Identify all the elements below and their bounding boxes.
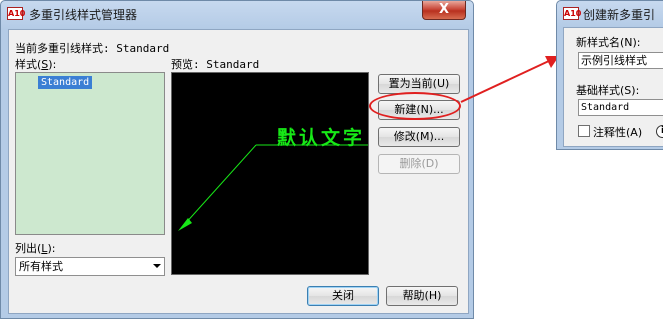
list-label: 列出(L):: [15, 242, 56, 255]
leader-preview-graphic: [178, 144, 368, 231]
dialog-title: 多重引线样式管理器: [29, 8, 138, 22]
new-style-dialog-title: 创建新多重引: [583, 8, 656, 22]
delete-button[interactable]: 删除(D): [378, 154, 460, 174]
base-style-label: 基础样式(S):: [576, 84, 640, 97]
list-filter-value: 所有样式: [19, 260, 63, 273]
multileader-style-manager-dialog: A10 多重引线样式管理器 X 当前多重引线样式: Standard 样式(S)…: [0, 0, 474, 319]
preview-pane: 默认文字: [171, 72, 369, 275]
info-icon[interactable]: i: [656, 125, 663, 138]
current-style-label: 当前多重引线样式: Standard: [15, 42, 170, 55]
new-style-dialog-client: 新样式名(N): 示例引线样式 基础样式(S): Standard 注释性(A)…: [563, 27, 663, 147]
base-style-dropdown[interactable]: Standard: [578, 99, 663, 116]
close-window-button[interactable]: X: [422, 1, 466, 20]
dialog-client-area: 当前多重引线样式: Standard 样式(S): Standard 预览: S…: [8, 29, 469, 314]
help-button[interactable]: 帮助(H): [386, 286, 458, 306]
styles-label: 样式(S):: [15, 58, 57, 71]
highlight-ellipse: [369, 92, 461, 120]
new-name-label: 新样式名(N):: [576, 36, 641, 49]
leader-line: [183, 144, 257, 226]
style-list-item-standard[interactable]: Standard: [38, 76, 93, 89]
autocad-icon: A10: [7, 7, 26, 20]
close-button[interactable]: 关闭: [307, 286, 379, 306]
annotative-checkbox[interactable]: [578, 125, 590, 137]
leader-arrowhead: [178, 218, 192, 231]
set-current-button[interactable]: 置为当前(U): [378, 74, 460, 94]
new-style-name-input[interactable]: 示例引线样式: [578, 52, 663, 69]
list-filter-dropdown[interactable]: 所有样式: [15, 257, 165, 276]
chevron-down-icon: [153, 264, 161, 268]
create-new-style-dialog: A10 创建新多重引 新样式名(N): 示例引线样式 基础样式(S): Stan…: [556, 0, 663, 150]
autocad-icon: A10: [563, 7, 582, 20]
modify-button[interactable]: 修改(M)...: [378, 127, 460, 147]
annotation-arrow: [460, 56, 559, 103]
preview-label: 预览: Standard: [171, 58, 260, 71]
styles-list[interactable]: Standard: [15, 72, 165, 235]
preview-text: 默认文字: [277, 127, 366, 149]
annotative-label: 注释性(A): [593, 126, 643, 139]
